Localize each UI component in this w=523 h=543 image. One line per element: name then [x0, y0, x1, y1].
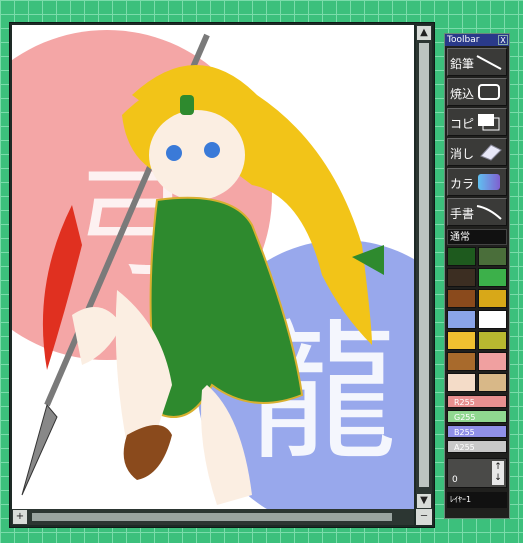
- color-slider[interactable]: G255: [447, 410, 507, 423]
- color-gradient-icon: [478, 174, 500, 190]
- scroll-up-button[interactable]: ▲: [417, 26, 431, 40]
- palette-swatch[interactable]: [478, 247, 507, 266]
- color-slider[interactable]: R255: [447, 395, 507, 408]
- tool-color-label: カラ: [450, 177, 475, 191]
- eye-left: [166, 145, 182, 161]
- toolbar-title-bar[interactable]: Toolbar X: [445, 34, 509, 46]
- tool-eraser[interactable]: 消し: [447, 138, 507, 166]
- palette-swatch[interactable]: [478, 289, 507, 308]
- tool-freehand-label: 手書: [450, 207, 475, 221]
- freehand-line-icon: [476, 205, 502, 220]
- tool-eraser-label: 消し: [450, 147, 475, 161]
- color-slider[interactable]: A255: [447, 440, 507, 453]
- shoe: [123, 425, 172, 480]
- toolbar-close-button[interactable]: X: [498, 35, 508, 45]
- eye-right: [204, 142, 220, 158]
- blend-mode-select[interactable]: 通常: [447, 229, 507, 245]
- palette-swatch[interactable]: [447, 247, 476, 266]
- color-palette: [447, 247, 507, 392]
- eraser-icon: [480, 144, 502, 161]
- scroll-left-button[interactable]: +: [13, 510, 27, 524]
- palette-swatch[interactable]: [478, 310, 507, 329]
- color-sliders: R255 G255 B255 A255: [447, 395, 507, 453]
- palette-swatch[interactable]: [478, 268, 507, 287]
- tool-color[interactable]: カラ: [447, 168, 507, 196]
- spear-blade: [21, 403, 58, 496]
- artwork: 弓 龍: [12, 30, 414, 509]
- tool-burn-label: 焼込: [450, 87, 475, 101]
- palette-swatch[interactable]: [478, 352, 507, 371]
- palette-swatch[interactable]: [447, 373, 476, 392]
- toolbar-panel: Toolbar X 鉛筆 焼込 コピ 消し カラ 手書 通常 R255 G255 B…: [444, 33, 510, 519]
- vertical-scroll-track[interactable]: [419, 43, 429, 487]
- brush-size-stepper[interactable]: ↑ ↓ 0: [447, 458, 507, 488]
- tool-burn[interactable]: 焼込: [447, 78, 507, 106]
- drawing-canvas[interactable]: 弓 龍: [12, 25, 414, 509]
- scroll-down-button[interactable]: ▼: [417, 494, 431, 508]
- palette-swatch[interactable]: [447, 289, 476, 308]
- toolbar-title: Toolbar: [447, 35, 480, 45]
- tool-copy-label: コピ: [450, 117, 475, 131]
- vertical-scrollbar[interactable]: ▲ ▼: [416, 25, 432, 509]
- palette-swatch[interactable]: [447, 331, 476, 350]
- stepper-value: 0: [452, 475, 458, 485]
- canvas-window: 弓 龍 ▲ ▼ + ─: [9, 22, 435, 528]
- color-slider[interactable]: B255: [447, 425, 507, 438]
- palette-swatch[interactable]: [478, 373, 507, 392]
- copy-rect-icon: [478, 114, 500, 131]
- horizontal-scrollbar[interactable]: +: [12, 509, 414, 525]
- scroll-corner: ─: [416, 509, 432, 525]
- palette-swatch[interactable]: [447, 268, 476, 287]
- horizontal-scroll-track[interactable]: [32, 513, 392, 521]
- face: [149, 110, 245, 200]
- layer-label[interactable]: ﾚｲﾔｰ1: [447, 492, 507, 508]
- tool-pencil-label: 鉛筆: [450, 57, 475, 71]
- palette-swatch[interactable]: [478, 331, 507, 350]
- tool-freehand[interactable]: 手書: [447, 198, 507, 226]
- burn-rect-icon: [478, 84, 500, 100]
- stepper-down-button[interactable]: ↓: [492, 472, 504, 485]
- tool-copy[interactable]: コピ: [447, 108, 507, 136]
- headband-ornament: [180, 95, 194, 115]
- pencil-line-icon: [476, 55, 502, 70]
- palette-swatch[interactable]: [447, 310, 476, 329]
- tool-pencil[interactable]: 鉛筆: [447, 48, 507, 76]
- palette-swatch[interactable]: [447, 352, 476, 371]
- dress: [149, 196, 304, 418]
